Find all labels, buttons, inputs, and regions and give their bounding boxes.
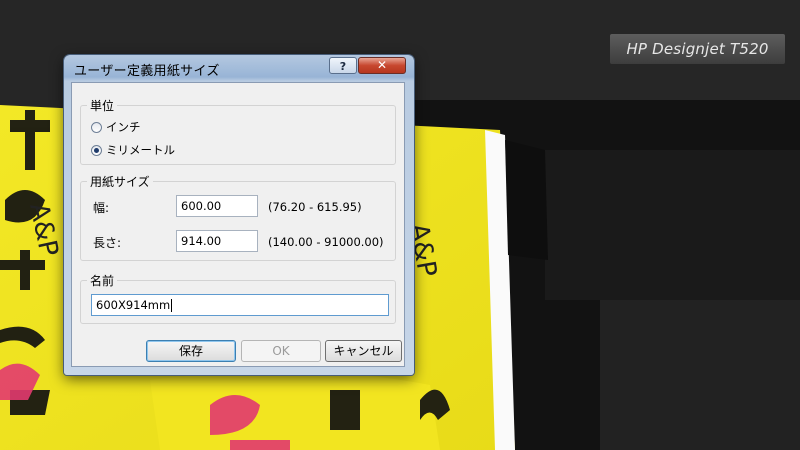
width-range: (76.20 - 615.95) bbox=[268, 200, 362, 214]
name-legend: 名前 bbox=[87, 272, 118, 289]
printer-model-badge: HP Designjet T520 bbox=[610, 34, 785, 64]
units-legend: 単位 bbox=[87, 97, 118, 114]
length-label: 長さ: bbox=[93, 236, 122, 250]
custom-paper-size-dialog: ユーザー定義用紙サイズ ? ✕ 単位 インチ ミリメートル 用紙サイズ 幅: 6… bbox=[64, 55, 414, 375]
width-input[interactable]: 600.00 bbox=[176, 195, 258, 217]
ok-button[interactable]: OK bbox=[241, 340, 321, 362]
cancel-button[interactable]: キャンセル bbox=[325, 340, 402, 362]
width-label: 幅: bbox=[93, 201, 110, 215]
save-button[interactable]: 保存 bbox=[146, 340, 236, 362]
radio-millimeter[interactable]: ミリメートル bbox=[91, 142, 175, 158]
units-group: 単位 インチ ミリメートル bbox=[80, 97, 396, 165]
radio-button-selected-icon[interactable] bbox=[91, 144, 102, 156]
dialog-title: ユーザー定義用紙サイズ bbox=[74, 64, 220, 79]
name-input[interactable]: 600X914mm bbox=[91, 294, 389, 316]
radio-millimeter-label: ミリメートル bbox=[106, 143, 175, 157]
paper-text-1: A&P bbox=[23, 200, 64, 259]
radio-inch-label: インチ bbox=[106, 120, 141, 134]
text-caret bbox=[171, 299, 173, 312]
length-input[interactable]: 914.00 bbox=[176, 230, 258, 252]
name-group: 名前 600X914mm bbox=[80, 272, 396, 324]
dialog-body: 単位 インチ ミリメートル 用紙サイズ 幅: 600.00 (76.20 - 6… bbox=[71, 82, 405, 367]
close-button[interactable]: ✕ bbox=[358, 57, 406, 74]
help-button[interactable]: ? bbox=[329, 57, 357, 74]
radio-button-icon[interactable] bbox=[91, 121, 102, 133]
length-range: (140.00 - 91000.00) bbox=[268, 235, 384, 249]
paper-size-group: 用紙サイズ 幅: 600.00 (76.20 - 615.95) 長さ: 914… bbox=[80, 173, 396, 261]
name-input-value: 600X914mm bbox=[96, 298, 171, 312]
paper-size-legend: 用紙サイズ bbox=[87, 173, 153, 190]
radio-inch[interactable]: インチ bbox=[91, 119, 141, 135]
title-bar[interactable]: ユーザー定義用紙サイズ ? ✕ bbox=[64, 55, 414, 81]
